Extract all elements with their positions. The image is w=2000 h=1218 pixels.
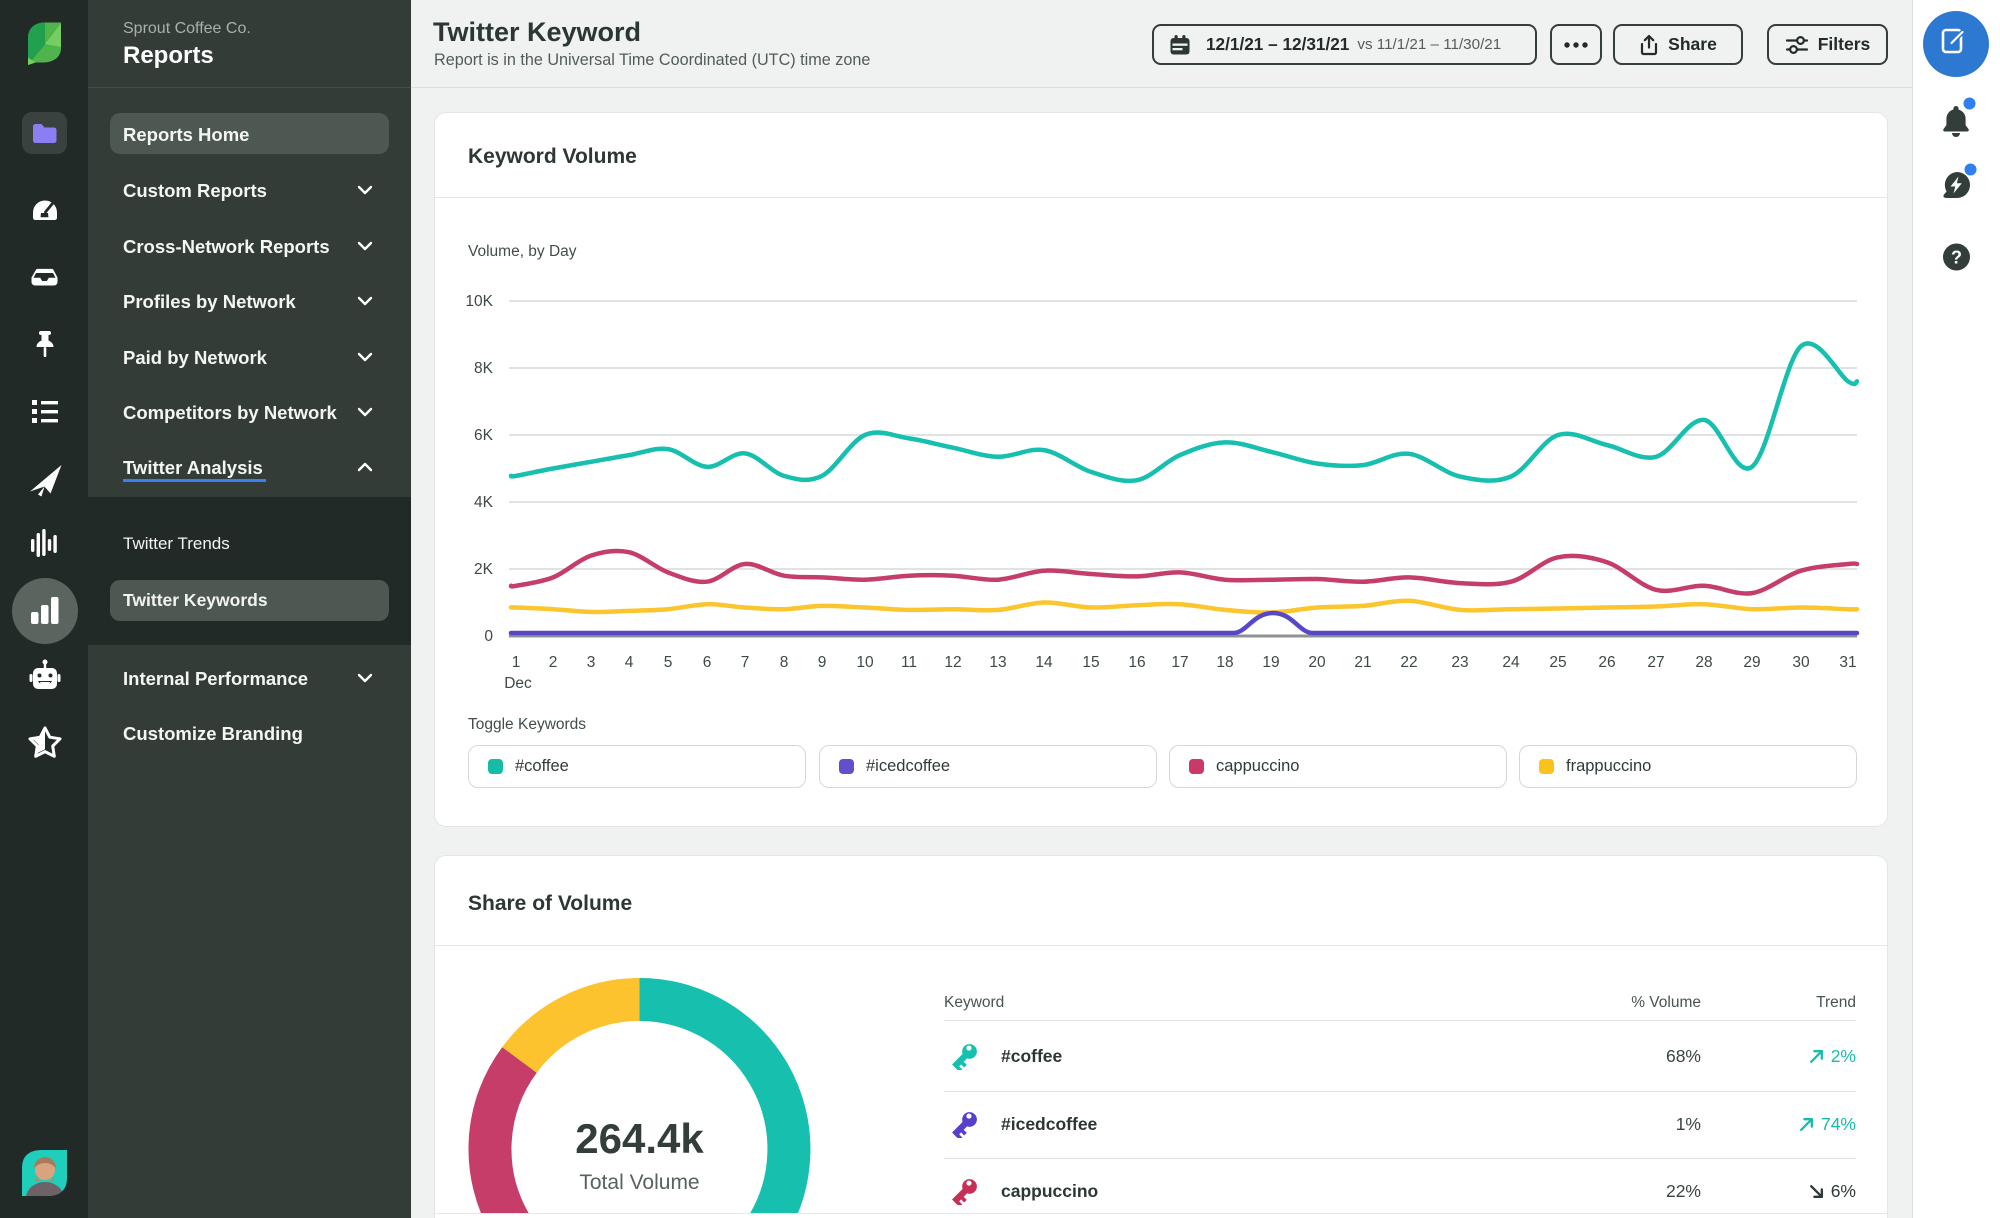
svg-text:10K: 10K: [465, 293, 493, 310]
svg-text:21: 21: [1354, 654, 1371, 671]
svg-text:7: 7: [741, 654, 750, 671]
svg-text:9: 9: [818, 654, 827, 671]
svg-text:1: 1: [512, 654, 521, 671]
svg-text:10: 10: [856, 654, 874, 671]
svg-text:?: ?: [1951, 248, 1962, 268]
svg-text:2K: 2K: [474, 561, 494, 578]
svg-text:4K: 4K: [474, 494, 494, 511]
svg-text:30: 30: [1792, 654, 1810, 671]
svg-text:29: 29: [1743, 654, 1760, 671]
svg-text:11: 11: [901, 654, 917, 671]
svg-text:2: 2: [549, 654, 558, 671]
svg-text:19: 19: [1262, 654, 1279, 671]
svg-text:264.4k: 264.4k: [575, 1115, 704, 1162]
svg-text:0: 0: [484, 628, 493, 645]
svg-text:8K: 8K: [474, 360, 494, 377]
svg-text:Dec: Dec: [504, 675, 532, 692]
svg-text:3: 3: [587, 654, 596, 671]
svg-text:4: 4: [625, 654, 634, 671]
svg-text:16: 16: [1128, 654, 1145, 671]
svg-text:28: 28: [1695, 654, 1712, 671]
svg-text:6: 6: [703, 654, 712, 671]
svg-text:31: 31: [1839, 654, 1856, 671]
svg-text:24: 24: [1502, 654, 1520, 671]
svg-text:14: 14: [1035, 654, 1053, 671]
svg-text:26: 26: [1598, 654, 1615, 671]
svg-text:15: 15: [1082, 654, 1099, 671]
svg-text:Total Volume: Total Volume: [579, 1171, 699, 1194]
svg-text:6K: 6K: [474, 427, 494, 444]
svg-text:13: 13: [989, 654, 1006, 671]
svg-text:5: 5: [664, 654, 673, 671]
svg-text:22: 22: [1400, 654, 1417, 671]
svg-text:18: 18: [1216, 654, 1233, 671]
svg-text:27: 27: [1647, 654, 1664, 671]
svg-text:25: 25: [1549, 654, 1566, 671]
svg-text:12: 12: [944, 654, 961, 671]
svg-text:23: 23: [1451, 654, 1468, 671]
svg-text:20: 20: [1308, 654, 1326, 671]
svg-text:17: 17: [1171, 654, 1188, 671]
svg-text:8: 8: [780, 654, 789, 671]
